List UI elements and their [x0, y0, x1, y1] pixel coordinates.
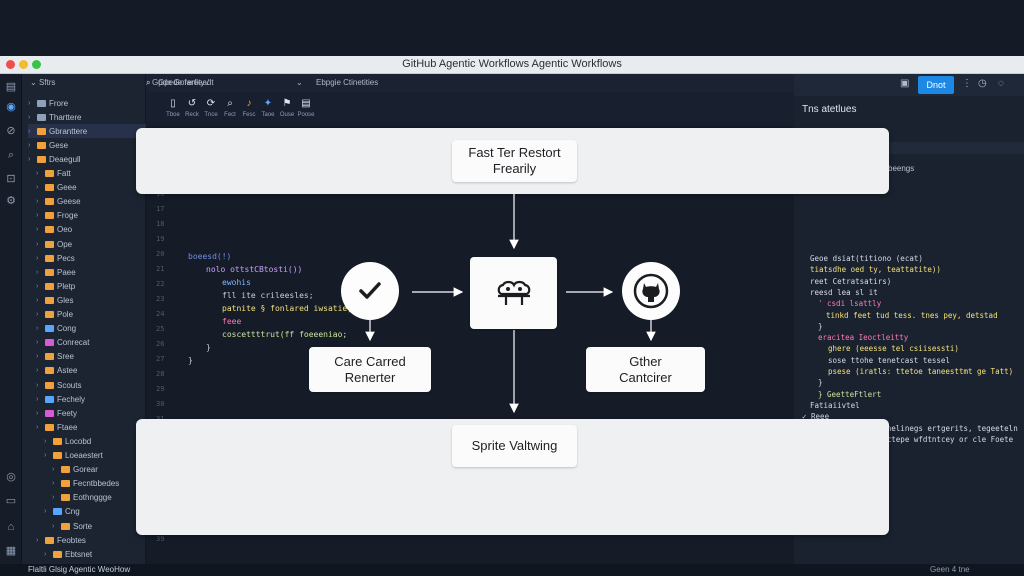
left-node[interactable]: Care Carred Renerter	[309, 347, 431, 392]
github-icon[interactable]	[622, 262, 680, 320]
right-node[interactable]: Gther Cantcirer	[586, 347, 705, 392]
bottom-node[interactable]: Sprite Valtwing	[452, 425, 577, 467]
check-icon[interactable]	[341, 262, 399, 320]
agent-icon	[497, 280, 530, 305]
agent-node[interactable]	[470, 257, 557, 329]
